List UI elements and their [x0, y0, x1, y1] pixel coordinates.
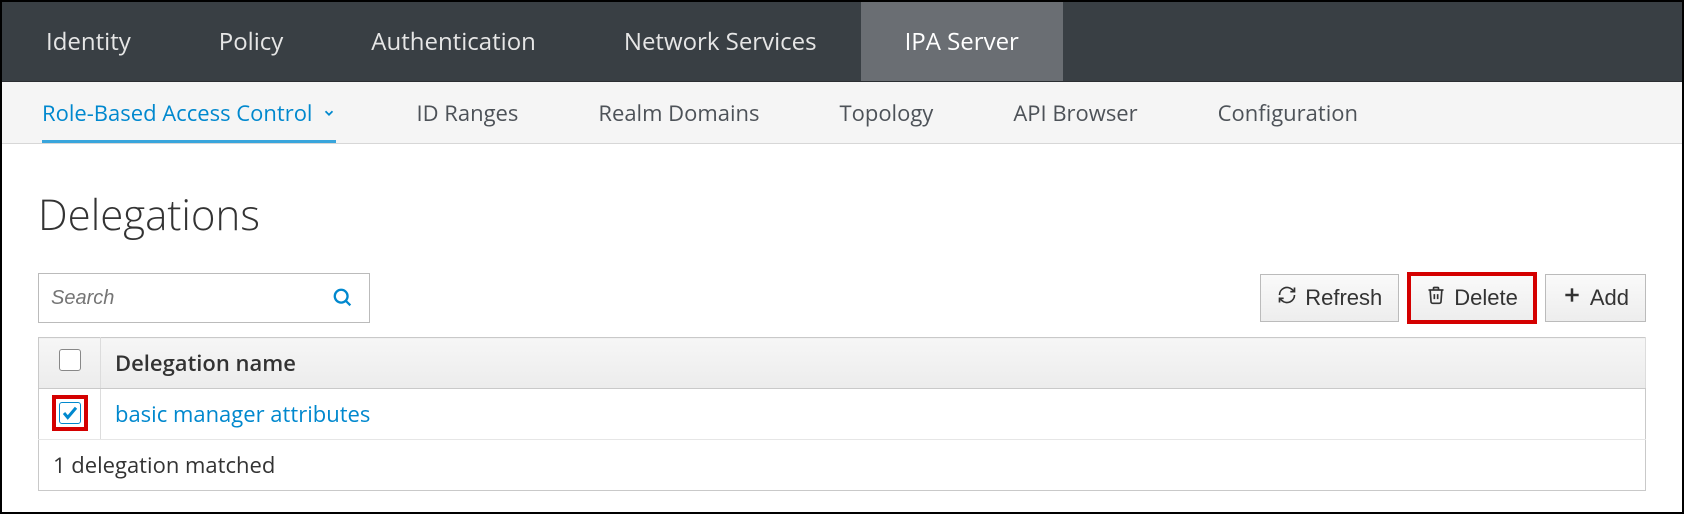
subnav-item-label: API Browser — [1013, 98, 1137, 128]
header-checkbox-cell — [39, 338, 101, 389]
row-checkbox-wrap — [56, 399, 84, 427]
search-icon[interactable] — [329, 284, 357, 312]
subnav-item-label: Realm Domains — [598, 98, 759, 128]
plus-icon — [1562, 285, 1582, 311]
column-delegation-name: Delegation name — [101, 338, 1646, 389]
refresh-button[interactable]: Refresh — [1260, 274, 1399, 322]
subnav-item-label: Configuration — [1218, 98, 1358, 128]
toolbar-row: Refresh Delete Add — [38, 273, 1646, 323]
delegation-link[interactable]: basic manager attributes — [115, 399, 370, 429]
topnav-item-network-services[interactable]: Network Services — [580, 2, 861, 81]
table-header-row: Delegation name — [39, 338, 1646, 389]
topnav-item-authentication[interactable]: Authentication — [327, 2, 580, 81]
subnav-item-api-browser[interactable]: API Browser — [973, 82, 1177, 143]
add-button[interactable]: Add — [1545, 274, 1646, 322]
search-box — [38, 273, 370, 323]
select-all-checkbox[interactable] — [59, 349, 81, 371]
subnav-item-role-based-access-control[interactable]: Role-Based Access Control — [2, 82, 376, 143]
subnav-item-realm-domains[interactable]: Realm Domains — [558, 82, 799, 143]
topnav-item-label: Identity — [46, 25, 131, 58]
delegations-table: Delegation name basic manager attributes… — [38, 337, 1646, 491]
topnav-item-ipa-server[interactable]: IPA Server — [861, 2, 1063, 81]
search-input[interactable] — [51, 287, 329, 310]
top-nav: Identity Policy Authentication Network Serv… — [2, 2, 1682, 82]
topnav-item-policy[interactable]: Policy — [175, 2, 328, 81]
subnav-item-id-ranges[interactable]: ID Ranges — [376, 82, 558, 143]
add-label: Add — [1590, 285, 1629, 311]
topnav-item-label: Authentication — [371, 25, 536, 58]
topnav-item-label: Network Services — [624, 25, 817, 58]
row-checkbox[interactable] — [59, 402, 81, 424]
subnav-item-topology[interactable]: Topology — [800, 82, 974, 143]
sub-nav: Role-Based Access Control ID Ranges Realm … — [2, 82, 1682, 144]
refresh-label: Refresh — [1305, 285, 1382, 311]
page-title: Delegations — [38, 186, 1646, 243]
subnav-item-label: Role-Based Access Control — [42, 98, 312, 128]
subnav-item-label: ID Ranges — [416, 98, 518, 128]
subnav-item-label: Topology — [840, 98, 934, 128]
refresh-icon — [1277, 285, 1297, 311]
topnav-item-label: Policy — [219, 25, 284, 58]
delete-label: Delete — [1454, 285, 1518, 311]
subnav-item-configuration[interactable]: Configuration — [1178, 82, 1398, 143]
main-area: Delegations Refresh Delete — [2, 144, 1682, 515]
table-footer-status: 1 delegation matched — [39, 440, 1646, 491]
chevron-down-icon — [322, 106, 336, 120]
delete-button[interactable]: Delete — [1409, 274, 1535, 322]
table-row: basic manager attributes — [39, 389, 1646, 440]
topnav-item-label: IPA Server — [905, 25, 1019, 58]
action-buttons: Refresh Delete Add — [1260, 274, 1646, 322]
topnav-item-identity[interactable]: Identity — [2, 2, 175, 81]
row-name-cell: basic manager attributes — [101, 389, 1646, 440]
row-checkbox-cell — [39, 389, 101, 440]
trash-icon — [1426, 285, 1446, 311]
